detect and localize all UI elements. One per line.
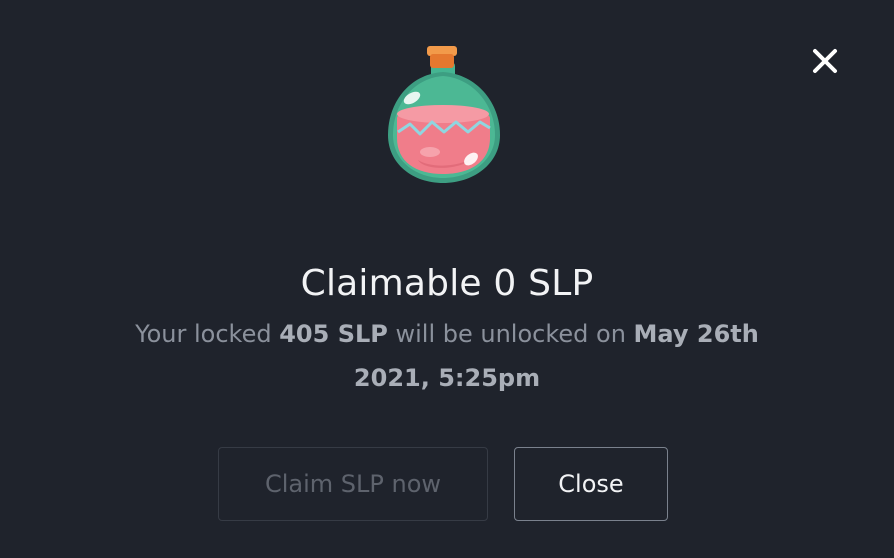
slp-potion-icon: [388, 46, 500, 183]
message-prefix: Your locked: [135, 320, 280, 348]
claim-slp-button[interactable]: Claim SLP now: [218, 447, 488, 521]
claim-dialog: Claimable 0 SLP Your locked 405 SLP will…: [0, 0, 894, 558]
locked-amount: 405 SLP: [279, 320, 388, 348]
close-button[interactable]: Close: [514, 447, 668, 521]
unlock-message: Your locked 405 SLP will be unlocked on …: [100, 312, 794, 400]
dialog-title: Claimable 0 SLP: [300, 263, 594, 304]
close-x-icon[interactable]: [808, 44, 842, 78]
message-middle: will be unlocked on: [387, 320, 634, 348]
